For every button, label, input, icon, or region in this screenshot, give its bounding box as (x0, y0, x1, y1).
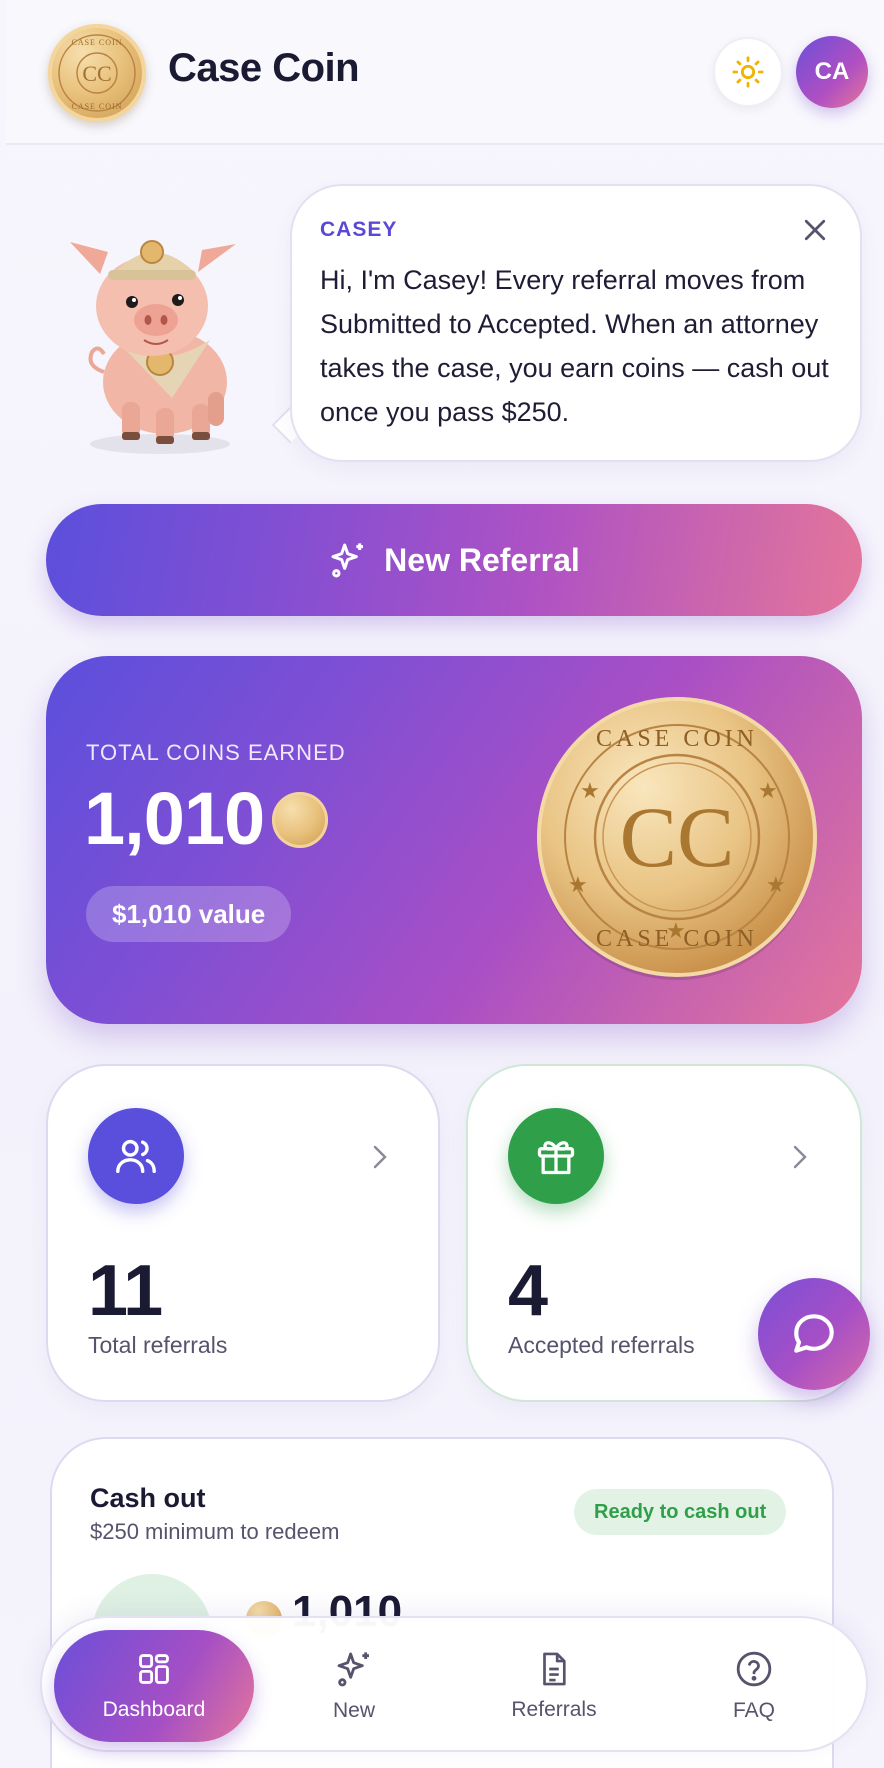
cash-out-status-badge: Ready to cash out (574, 1489, 787, 1535)
svg-text:CC: CC (82, 61, 111, 86)
svg-text:CASE COIN: CASE COIN (71, 38, 122, 47)
total-referrals-label: Total referrals (88, 1332, 228, 1358)
svg-text:CASE COIN: CASE COIN (596, 726, 758, 752)
nav-dashboard[interactable]: Dashboard (54, 1630, 254, 1742)
casey-pig-mascot (60, 222, 270, 462)
theme-toggle-button[interactable] (713, 37, 783, 107)
nav-new-label: New (332, 1699, 375, 1722)
nav-referrals[interactable]: Referrals (454, 1630, 654, 1742)
svg-text:CASE COIN: CASE COIN (71, 102, 122, 111)
document-icon (543, 1652, 566, 1686)
sparkles-icon (331, 543, 364, 578)
chevron-right-icon (373, 1145, 387, 1169)
sparkles-icon (337, 1652, 369, 1687)
nav-new[interactable]: New (254, 1630, 454, 1742)
accepted-referrals-value: 4 (508, 1251, 548, 1331)
grid-icon (139, 1654, 169, 1684)
new-referral-button[interactable]: New Referral (46, 504, 862, 616)
svg-text:★: ★ (666, 919, 686, 944)
cash-out-subtitle: $250 minimum to redeem (90, 1519, 340, 1544)
accepted-referrals-label: Accepted referrals (508, 1332, 695, 1358)
chat-bubble-icon (794, 1314, 834, 1353)
app-header: CC CASE COIN CASE COIN Case Coin CA (6, 0, 884, 145)
nav-faq[interactable]: FAQ (654, 1630, 854, 1742)
nav-referrals-label: Referrals (511, 1698, 597, 1721)
help-circle-icon (736, 1651, 772, 1687)
close-icon[interactable] (800, 215, 830, 245)
mascot-name: CASEY (320, 218, 398, 241)
users-icon (88, 1108, 184, 1204)
app-title: Case Coin (168, 46, 360, 90)
total-coins-card: TOTAL COINS EARNED 1,010 $1,010 value CC… (46, 656, 862, 1024)
user-avatar[interactable]: CA (796, 36, 868, 108)
svg-text:★: ★ (758, 779, 778, 804)
mascot-message: Hi, I'm Casey! Every referral moves from… (320, 265, 829, 427)
svg-text:★: ★ (568, 873, 588, 898)
svg-text:★: ★ (766, 873, 786, 898)
total-referrals-value: 11 (88, 1251, 163, 1331)
bottom-navigation: Dashboard New Referrals FAQ (40, 1616, 868, 1752)
gift-icon (508, 1108, 604, 1204)
case-coin-logo[interactable]: CC CASE COIN CASE COIN (48, 24, 146, 122)
sun-icon (732, 56, 764, 88)
total-coins-label: TOTAL COINS EARNED (86, 740, 346, 765)
coin-icon (272, 792, 328, 848)
total-referrals-card[interactable]: 11 Total referrals (46, 1064, 440, 1402)
nav-faq-label: FAQ (732, 1699, 775, 1722)
cash-out-title: Cash out (90, 1483, 206, 1513)
case-coin-illustration: CC CASE COIN CASE COIN ★ ★ ★ ★ ★ (537, 697, 817, 980)
chat-button[interactable] (758, 1278, 870, 1390)
chevron-right-icon (793, 1145, 807, 1169)
total-coins-value: 1,010 (84, 777, 265, 860)
nav-dashboard-label: Dashboard (102, 1698, 206, 1721)
new-referral-label: New Referral (384, 541, 580, 578)
coins-value-pill: $1,010 value (86, 886, 292, 942)
svg-text:CC: CC (620, 789, 735, 885)
svg-text:★: ★ (580, 779, 600, 804)
